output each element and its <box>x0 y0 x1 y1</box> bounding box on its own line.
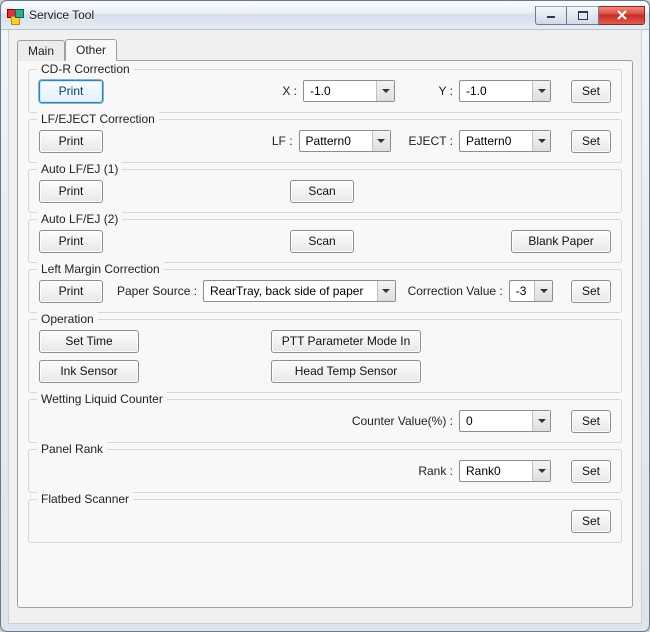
select-paper-source[interactable]: RearTray, back side of paper <box>203 280 396 302</box>
blank-paper-button[interactable]: Blank Paper <box>511 230 611 253</box>
group-auto-lfej-1: Auto LF/EJ (1) Print Scan <box>28 169 622 213</box>
set-button-rank[interactable]: Set <box>571 460 611 483</box>
chevron-down-icon <box>532 461 550 481</box>
tab-main[interactable]: Main <box>17 40 65 61</box>
client-area: Main Other CD-R Correction Print X : -1.… <box>8 30 642 624</box>
minimize-icon <box>546 11 556 19</box>
select-correction-value-value: -3 <box>516 284 535 298</box>
head-temp-sensor-button[interactable]: Head Temp Sensor <box>271 360 421 383</box>
group-operation: Operation Set Time PTT Parameter Mode In… <box>28 319 622 393</box>
chevron-down-icon <box>532 411 550 431</box>
legend-rank: Panel Rank <box>37 442 107 456</box>
print-button-auto1[interactable]: Print <box>39 180 103 203</box>
select-paper-source-value: RearTray, back side of paper <box>210 284 377 298</box>
group-wetting-liquid-counter: Wetting Liquid Counter Counter Value(%) … <box>28 399 622 443</box>
maximize-icon <box>578 11 588 20</box>
label-paper-source: Paper Source : <box>117 284 197 298</box>
legend-auto1: Auto LF/EJ (1) <box>37 162 122 176</box>
tab-other[interactable]: Other <box>65 39 117 61</box>
set-button-wet[interactable]: Set <box>571 410 611 433</box>
print-button-lm[interactable]: Print <box>39 280 103 303</box>
ptt-parameter-mode-button[interactable]: PTT Parameter Mode In <box>271 330 421 353</box>
app-icon <box>7 7 23 23</box>
set-button-flat[interactable]: Set <box>571 510 611 533</box>
titlebar: Service Tool <box>1 1 649 30</box>
select-x[interactable]: -1.0 <box>303 80 395 102</box>
select-counter-value[interactable]: 0 <box>459 410 551 432</box>
select-correction-value[interactable]: -3 <box>509 280 554 302</box>
legend-lfej: LF/EJECT Correction <box>37 112 159 126</box>
minimize-button[interactable] <box>535 6 567 25</box>
window-buttons <box>535 6 645 25</box>
chevron-down-icon <box>377 281 395 301</box>
select-eject-value: Pattern0 <box>466 134 532 148</box>
chevron-down-icon <box>372 131 390 151</box>
group-flatbed-scanner: Flatbed Scanner Set <box>28 499 622 543</box>
select-y[interactable]: -1.0 <box>459 80 551 102</box>
select-lf-value: Pattern0 <box>306 134 372 148</box>
chevron-down-icon <box>376 81 394 101</box>
select-rank-value: Rank0 <box>466 464 532 478</box>
window-title: Service Tool <box>29 8 535 22</box>
select-lf[interactable]: Pattern0 <box>299 130 391 152</box>
label-x: X : <box>267 84 297 98</box>
close-button[interactable] <box>599 6 645 25</box>
group-auto-lfej-2: Auto LF/EJ (2) Print Scan Blank Paper <box>28 219 622 263</box>
legend-auto2: Auto LF/EJ (2) <box>37 212 122 226</box>
select-x-value: -1.0 <box>310 84 376 98</box>
scan-button-auto2[interactable]: Scan <box>290 230 354 253</box>
set-button-lm[interactable]: Set <box>571 280 611 303</box>
print-button-cdr[interactable]: Print <box>39 80 103 103</box>
group-left-margin-correction: Left Margin Correction Print Paper Sourc… <box>28 269 622 313</box>
select-counter-value-value: 0 <box>466 414 532 428</box>
group-lf-eject-correction: LF/EJECT Correction Print LF : Pattern0 … <box>28 119 622 163</box>
print-button-lfej[interactable]: Print <box>39 130 103 153</box>
group-panel-rank: Panel Rank Rank : Rank0 Set <box>28 449 622 493</box>
set-button-lfej[interactable]: Set <box>571 130 611 153</box>
chevron-down-icon <box>532 131 550 151</box>
print-button-auto2[interactable]: Print <box>39 230 103 253</box>
label-rank: Rank : <box>418 464 453 478</box>
legend-op: Operation <box>37 312 98 326</box>
group-cdr-correction: CD-R Correction Print X : -1.0 Y : -1.0 <box>28 69 622 113</box>
label-eject: EJECT : <box>409 134 453 148</box>
tabstrip: Main Other <box>17 38 633 60</box>
maximize-button[interactable] <box>567 6 599 25</box>
legend-lm: Left Margin Correction <box>37 262 164 276</box>
close-icon <box>616 10 628 20</box>
select-y-value: -1.0 <box>466 84 532 98</box>
label-counter-value: Counter Value(%) : <box>352 414 453 428</box>
ink-sensor-button[interactable]: Ink Sensor <box>39 360 139 383</box>
tabpanel-other: CD-R Correction Print X : -1.0 Y : -1.0 <box>17 60 633 608</box>
label-lf: LF : <box>263 134 293 148</box>
select-eject[interactable]: Pattern0 <box>459 130 551 152</box>
legend-flat: Flatbed Scanner <box>37 492 133 506</box>
label-y: Y : <box>413 84 453 98</box>
chevron-down-icon <box>532 81 550 101</box>
label-correction-value: Correction Value : <box>408 284 503 298</box>
set-button-cdr[interactable]: Set <box>571 80 611 103</box>
scan-button-auto1[interactable]: Scan <box>290 180 354 203</box>
chevron-down-icon <box>534 281 552 301</box>
legend-wet: Wetting Liquid Counter <box>37 392 167 406</box>
legend-cdr: CD-R Correction <box>37 62 134 76</box>
set-time-button[interactable]: Set Time <box>39 330 139 353</box>
select-rank[interactable]: Rank0 <box>459 460 551 482</box>
window: Service Tool Main Other CD-R Correction … <box>0 0 650 632</box>
